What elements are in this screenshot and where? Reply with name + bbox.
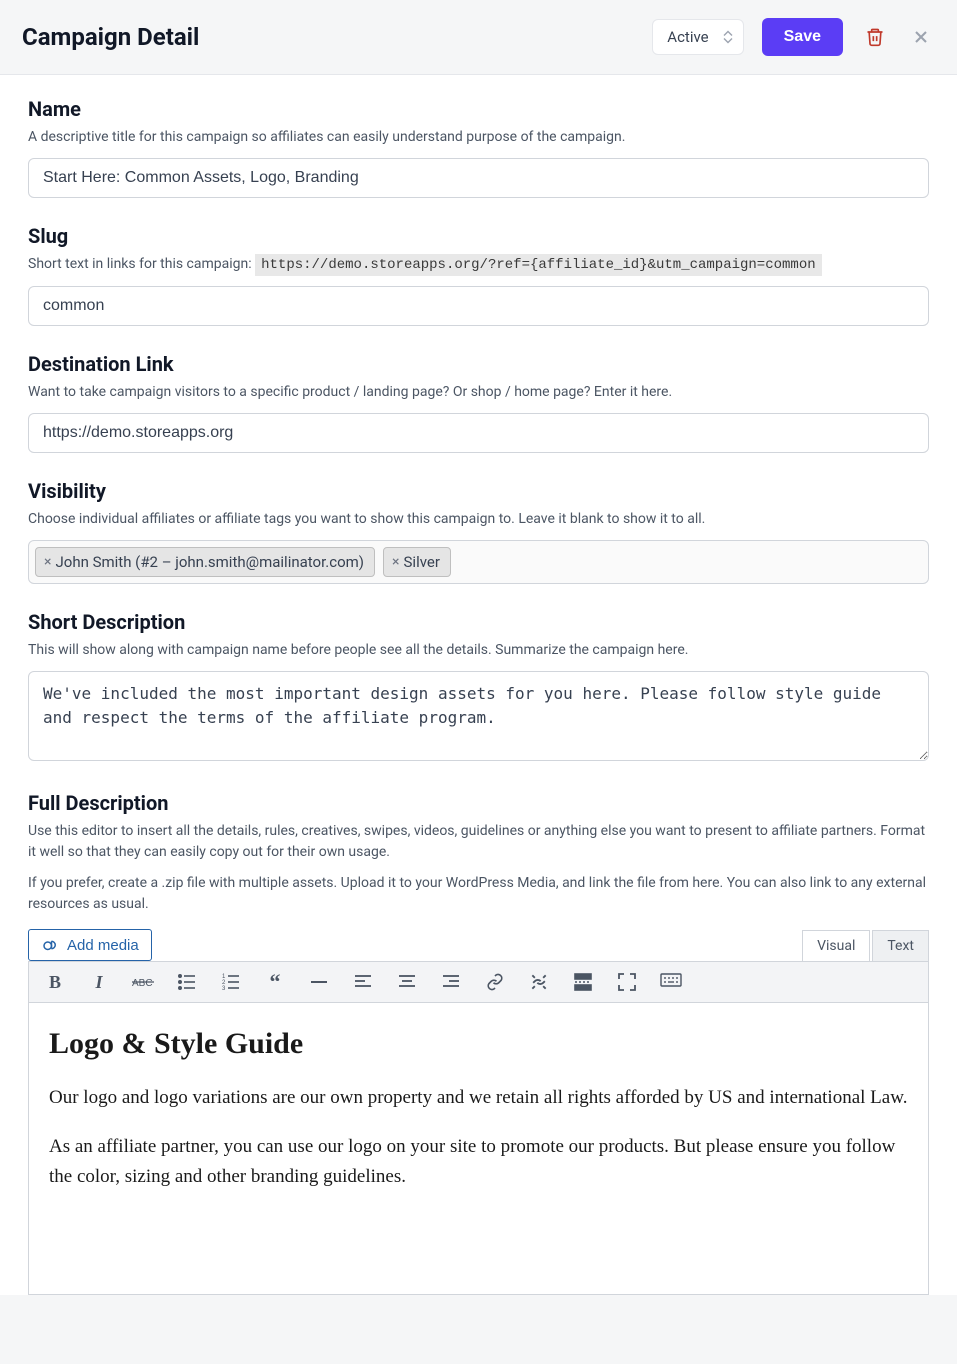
quote-icon: “ [270, 969, 281, 995]
media-icon [41, 936, 59, 954]
short-desc-label: Short Description [28, 610, 929, 634]
italic-button[interactable]: I [87, 970, 111, 994]
tag-remove-icon[interactable]: × [392, 554, 399, 570]
short-desc-input[interactable]: We've included the most important design… [28, 671, 929, 761]
align-center-button[interactable] [395, 970, 419, 994]
link-button[interactable] [483, 970, 507, 994]
field-full-description: Full Description Use this editor to inse… [28, 791, 929, 915]
tag-remove-icon[interactable]: × [44, 554, 51, 570]
visibility-input[interactable]: × John Smith (#2 – john.smith@mailinator… [28, 540, 929, 584]
slug-help-prefix: Short text in links for this campaign: [28, 256, 255, 272]
name-label: Name [28, 97, 929, 121]
field-visibility: Visibility Choose individual affiliates … [28, 479, 929, 584]
tab-visual[interactable]: Visual [802, 930, 870, 961]
delete-button[interactable] [861, 23, 889, 51]
read-more-icon [574, 973, 592, 991]
link-icon [486, 973, 504, 991]
visibility-tag: × John Smith (#2 – john.smith@mailinator… [35, 547, 375, 577]
trash-icon [865, 27, 885, 47]
strikethrough-button[interactable]: ABC [131, 970, 155, 994]
keyboard-icon [660, 973, 682, 991]
visibility-label: Visibility [28, 479, 929, 503]
visibility-tag: × Silver [383, 547, 451, 577]
short-desc-help: This will show along with campaign name … [28, 640, 929, 661]
svg-text:ABC: ABC [132, 978, 153, 989]
editor-paragraph: Our logo and logo variations are our own… [49, 1083, 908, 1112]
header-actions: Active Save [652, 18, 935, 56]
align-left-button[interactable] [351, 970, 375, 994]
editor-paragraph: As an affiliate partner, you can use our… [49, 1132, 908, 1191]
editor-toolbar: B I ABC 123 “ [28, 961, 929, 1003]
align-right-icon [442, 973, 460, 991]
slug-label: Slug [28, 224, 929, 248]
strikethrough-icon: ABC [132, 975, 154, 989]
close-icon [911, 27, 931, 47]
bold-button[interactable]: B [43, 970, 67, 994]
destination-help: Want to take campaign visitors to a spec… [28, 382, 929, 403]
numbered-list-button[interactable]: 123 [219, 970, 243, 994]
visibility-help: Choose individual affiliates or affiliat… [28, 509, 929, 530]
full-desc-help-2: If you prefer, create a .zip file with m… [28, 873, 929, 915]
full-desc-help-1: Use this editor to insert all the detail… [28, 821, 929, 863]
tab-text[interactable]: Text [872, 930, 929, 961]
blockquote-button[interactable]: “ [263, 970, 287, 994]
svg-text:3: 3 [222, 986, 226, 991]
editor-content[interactable]: Logo & Style Guide Our logo and logo var… [28, 1003, 929, 1295]
fullscreen-icon [618, 973, 636, 991]
align-left-icon [354, 973, 372, 991]
slug-input[interactable] [28, 286, 929, 326]
editor-heading: Logo & Style Guide [49, 1027, 908, 1061]
status-select[interactable]: Active [652, 19, 743, 55]
editor-header: Add media Visual Text [28, 929, 929, 961]
tag-label: John Smith (#2 – john.smith@mailinator.c… [55, 553, 364, 571]
align-center-icon [398, 973, 416, 991]
read-more-button[interactable] [571, 970, 595, 994]
slug-help: Short text in links for this campaign: h… [28, 254, 929, 276]
content: Name A descriptive title for this campai… [0, 75, 957, 1295]
unlink-button[interactable] [527, 970, 551, 994]
tag-label: Silver [404, 553, 440, 571]
fullscreen-button[interactable] [615, 970, 639, 994]
save-button[interactable]: Save [762, 18, 843, 56]
editor-tabs: Visual Text [802, 930, 929, 961]
horizontal-rule-button[interactable] [307, 970, 331, 994]
field-destination: Destination Link Want to take campaign v… [28, 352, 929, 453]
slug-help-code: https://demo.storeapps.org/?ref={affilia… [255, 254, 822, 276]
destination-input[interactable] [28, 413, 929, 453]
name-input[interactable] [28, 158, 929, 198]
toolbar-toggle-button[interactable] [659, 970, 683, 994]
full-desc-label: Full Description [28, 791, 929, 815]
status-value: Active [667, 28, 708, 46]
hr-icon [310, 973, 328, 991]
chevron-updown-icon [723, 31, 733, 44]
field-slug: Slug Short text in links for this campai… [28, 224, 929, 326]
add-media-button[interactable]: Add media [28, 929, 152, 961]
bulleted-list-button[interactable] [175, 970, 199, 994]
list-ol-icon: 123 [222, 973, 240, 991]
add-media-label: Add media [67, 937, 139, 954]
field-name: Name A descriptive title for this campai… [28, 97, 929, 198]
destination-label: Destination Link [28, 352, 929, 376]
align-right-button[interactable] [439, 970, 463, 994]
header: Campaign Detail Active Save [0, 0, 957, 75]
close-button[interactable] [907, 23, 935, 51]
list-ul-icon [178, 973, 196, 991]
name-help: A descriptive title for this campaign so… [28, 127, 929, 148]
unlink-icon [529, 972, 549, 992]
page-title: Campaign Detail [22, 23, 199, 51]
field-short-description: Short Description This will show along w… [28, 610, 929, 765]
